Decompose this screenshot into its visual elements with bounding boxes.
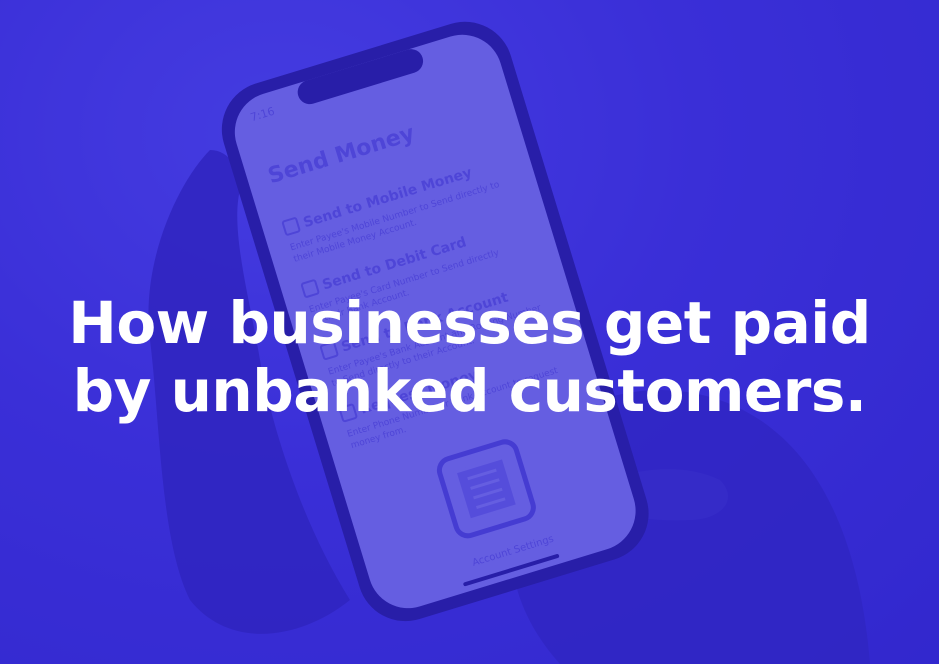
headline-line-1: How businesses get paid [68, 288, 871, 357]
headline-line-2: by unbanked customers. [72, 356, 867, 425]
headline: How businesses get paid by unbanked cust… [0, 289, 939, 425]
hero-image: 7:16 Send Money Send to Mobile Money Ent… [0, 0, 939, 664]
